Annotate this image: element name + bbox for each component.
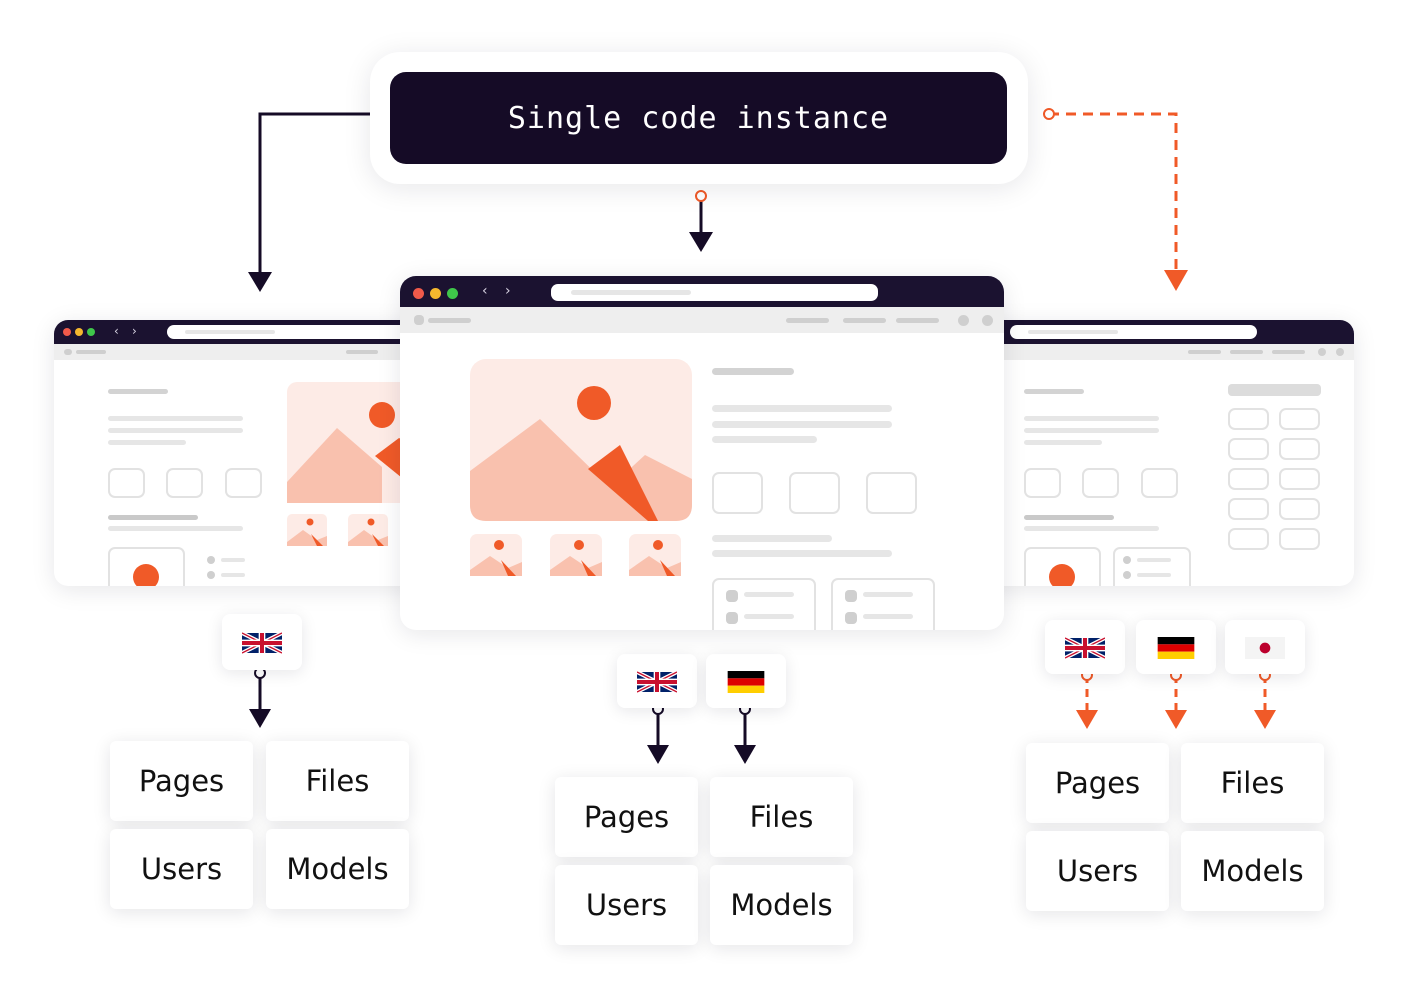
image-placeholder-icon — [470, 359, 692, 521]
window-minimize-dot-icon — [75, 328, 83, 336]
connector-right — [1049, 112, 1178, 272]
language-card-en[interactable] — [1045, 620, 1125, 674]
tile-pages[interactable]: Pages — [1026, 743, 1169, 823]
arrow-down-icon — [689, 232, 713, 252]
tile-models[interactable]: Models — [266, 829, 409, 909]
germany-flag-icon — [727, 671, 765, 693]
language-card-ja[interactable] — [1225, 620, 1305, 674]
connector-left — [258, 112, 388, 275]
window-minimize-dot-icon — [430, 288, 441, 299]
address-bar[interactable] — [1010, 325, 1257, 339]
image-placeholder-icon — [550, 534, 602, 576]
arrow-down-icon — [249, 709, 271, 728]
arrow-down-icon — [1254, 710, 1276, 729]
chevron-right-icon[interactable]: › — [132, 324, 137, 338]
image-placeholder-icon — [287, 382, 407, 503]
arrow-down-icon — [1164, 270, 1188, 291]
tile-pages[interactable]: Pages — [110, 741, 253, 821]
language-card-en[interactable] — [617, 654, 697, 708]
tile-files[interactable]: Files — [266, 741, 409, 821]
uk-flag-icon — [1065, 637, 1105, 659]
connector-node — [695, 190, 707, 202]
browser-window-right — [980, 320, 1354, 586]
code-instance-title: Single code instance — [390, 72, 1007, 164]
language-card-de[interactable] — [1136, 620, 1216, 674]
play-icon[interactable] — [133, 564, 159, 586]
arrow-down-icon — [647, 745, 669, 764]
chevron-left-icon[interactable]: ‹ — [114, 324, 119, 338]
image-placeholder-icon — [348, 514, 388, 546]
browser-window-center: ‹ › — [400, 276, 1004, 630]
browser-toolbar — [980, 344, 1354, 360]
window-maximize-dot-icon — [87, 328, 95, 336]
browser-titlebar — [980, 320, 1354, 344]
browser-toolbar — [400, 307, 1004, 333]
arrow-down-icon — [1076, 710, 1098, 729]
image-placeholder-icon — [287, 514, 327, 546]
tile-users[interactable]: Users — [1026, 831, 1169, 911]
address-bar[interactable] — [551, 284, 878, 301]
arrow-down-icon — [248, 272, 272, 292]
uk-flag-icon — [637, 671, 677, 693]
play-icon[interactable] — [1049, 564, 1075, 586]
tile-files[interactable]: Files — [710, 777, 853, 857]
image-placeholder-icon — [470, 534, 522, 576]
address-bar[interactable] — [167, 325, 434, 339]
browser-window-left: ‹ › — [54, 320, 434, 586]
language-card-de[interactable] — [706, 654, 786, 708]
arrow-down-icon — [1165, 710, 1187, 729]
tile-models[interactable]: Models — [710, 865, 853, 945]
tile-pages[interactable]: Pages — [555, 777, 698, 857]
germany-flag-icon — [1157, 637, 1195, 659]
tile-users[interactable]: Users — [110, 829, 253, 909]
window-close-dot-icon — [413, 288, 424, 299]
uk-flag-icon — [242, 632, 282, 654]
chevron-right-icon[interactable]: › — [505, 283, 511, 299]
language-card-en[interactable] — [222, 614, 302, 670]
browser-toolbar — [54, 344, 434, 360]
image-placeholder-icon — [629, 534, 681, 576]
browser-titlebar: ‹ › — [54, 320, 434, 344]
tile-models[interactable]: Models — [1181, 831, 1324, 911]
japan-flag-icon — [1245, 637, 1285, 659]
tile-users[interactable]: Users — [555, 865, 698, 945]
tile-files[interactable]: Files — [1181, 743, 1324, 823]
browser-titlebar: ‹ › — [400, 276, 1004, 307]
window-close-dot-icon — [63, 328, 71, 336]
window-maximize-dot-icon — [447, 288, 458, 299]
arrow-down-icon — [734, 745, 756, 764]
connector-node — [1043, 108, 1055, 120]
chevron-left-icon[interactable]: ‹ — [482, 283, 488, 299]
code-instance-card: Single code instance — [370, 52, 1028, 184]
